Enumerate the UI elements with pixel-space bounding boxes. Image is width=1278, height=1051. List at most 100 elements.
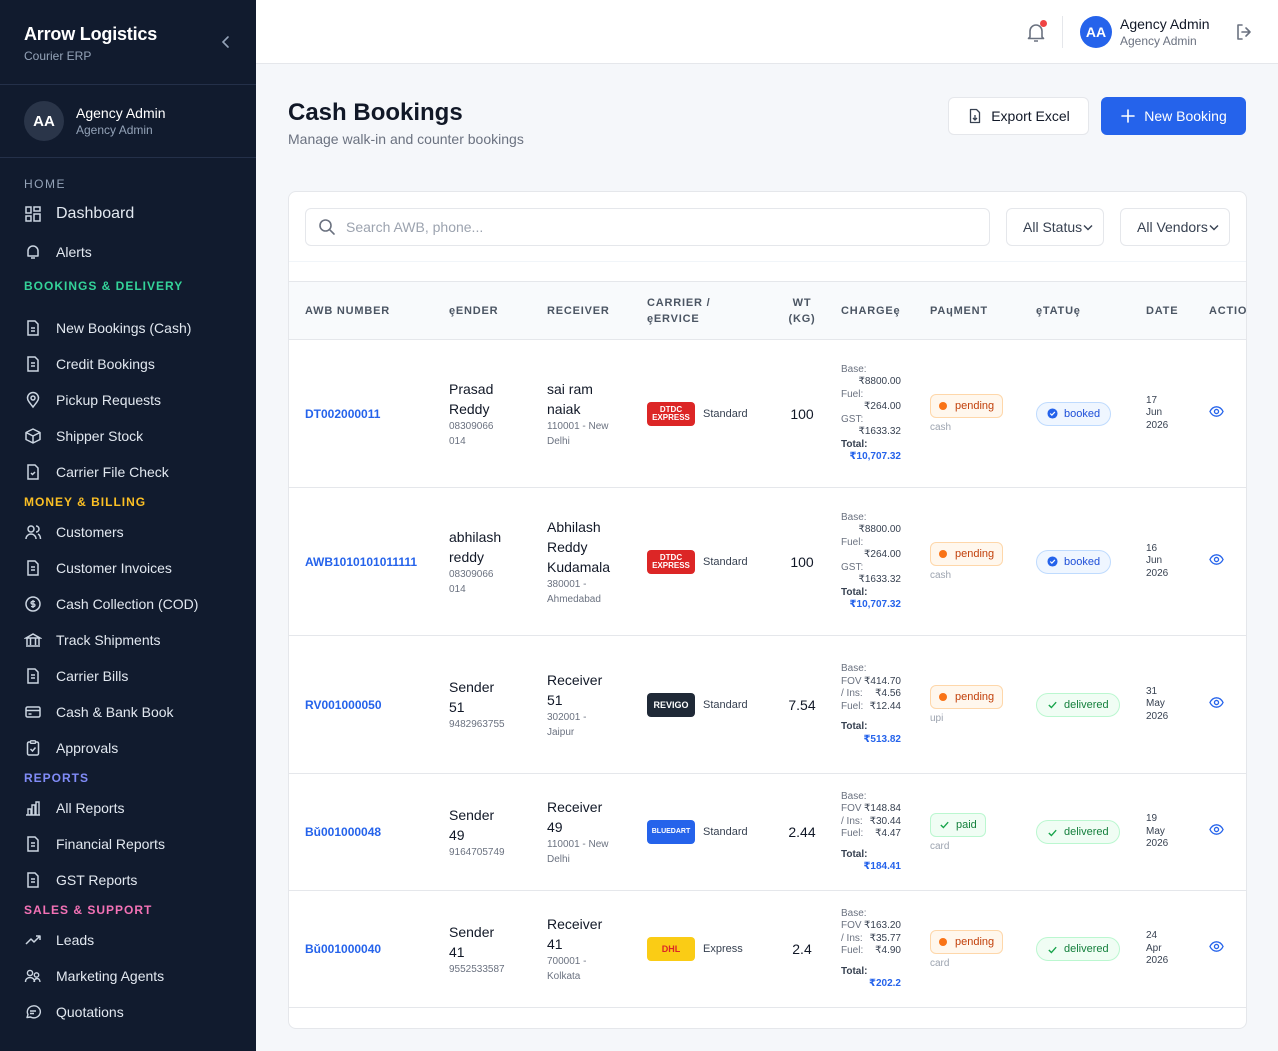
charge-line: / Ins: ₹35.77	[841, 933, 901, 946]
header-divider	[1062, 16, 1063, 48]
payment-mode: upi	[930, 713, 944, 724]
status-badge: delivered	[1036, 692, 1120, 717]
status-badge: delivered	[1036, 820, 1120, 844]
check-icon	[940, 821, 949, 829]
awb-link[interactable]: DT002000011	[305, 407, 380, 421]
trending-up-icon	[25, 935, 41, 945]
box-icon	[25, 428, 41, 444]
export-excel-button[interactable]: Export Excel	[948, 97, 1089, 135]
sender-name-line2: 51	[449, 699, 465, 715]
sidebar-item-label: Leads	[56, 932, 95, 948]
sidebar-item-cash-collection[interactable]: Cash Collection (COD)	[0, 586, 256, 622]
service-label: Standard	[703, 407, 748, 420]
sidebar-user-name: Agency Admin	[76, 105, 166, 121]
sender-phone-line1: 08309066	[449, 568, 494, 580]
sidebar-item-marketing-agents[interactable]: Marketing Agents	[0, 958, 256, 994]
sidebar-item-shipper-stock[interactable]: Shipper Stock	[0, 418, 256, 454]
view-eye-icon[interactable]	[1209, 939, 1224, 954]
charge-label: Base:	[841, 790, 867, 802]
sidebar-item-approvals[interactable]: Approvals	[0, 730, 256, 766]
sender-phone: 9482963755	[449, 719, 505, 730]
charge-label: Base:	[841, 663, 867, 674]
receiver-name-line1: sai ram	[547, 380, 593, 397]
sender-phone-line2: 014	[449, 435, 466, 447]
sidebar-item-alerts[interactable]: Alerts	[0, 234, 256, 270]
total-value: ₹10,707.32	[849, 451, 901, 462]
sidebar-item-leads[interactable]: Leads	[0, 922, 256, 958]
check-icon	[1048, 701, 1057, 709]
dashboard-icon	[25, 206, 41, 222]
sidebar-item-carrier-bills[interactable]: Carrier Bills	[0, 658, 256, 694]
sidebar-item-label: Shipper Stock	[56, 428, 144, 444]
sender-name-line1: abhilash	[449, 528, 502, 545]
payment-mode: cash	[930, 422, 952, 433]
sidebar-item-pickup-requests[interactable]: Pickup Requests	[0, 382, 256, 418]
receiver-address-line1: 700001 -	[547, 956, 587, 967]
col-weight[interactable]: WT (KG)	[771, 281, 833, 340]
charge-label: GST:	[841, 561, 864, 573]
date-day: 31	[1146, 685, 1158, 697]
document-icon	[27, 320, 39, 336]
view-eye-icon[interactable]	[1209, 552, 1224, 567]
message-icon	[26, 1005, 41, 1019]
awb-link[interactable]: RV001000050	[305, 698, 382, 712]
col-status[interactable]: ȩTATUȩ	[1028, 281, 1138, 340]
view-eye-icon[interactable]	[1209, 404, 1224, 419]
check-circle-icon	[1047, 556, 1058, 567]
export-excel-label: Export Excel	[991, 108, 1070, 124]
col-date[interactable]: DATE	[1138, 281, 1201, 340]
receiver-address-line1: 110001 - New	[547, 420, 609, 432]
col-receiver[interactable]: RECEIVER	[539, 281, 639, 340]
awb-link[interactable]: AWB1010101011111	[305, 555, 417, 569]
view-eye-icon[interactable]	[1209, 822, 1224, 837]
sidebar-item-gst-reports[interactable]: GST Reports	[0, 862, 256, 898]
booking-date: 16 Jun 2026	[1146, 543, 1193, 581]
vendor-filter-select[interactable]: All Vendors	[1120, 208, 1230, 246]
header-avatar[interactable]: AA	[1080, 16, 1112, 48]
sender-phone-line1: 08309066	[449, 420, 494, 432]
col-sender[interactable]: ȩENDER	[441, 281, 539, 340]
date-year: 2026	[1146, 955, 1169, 967]
sidebar-item-label: Carrier File Check	[56, 464, 169, 480]
brand-title: Arrow Logistics	[24, 24, 158, 44]
awb-link[interactable]: Bǔ001000040	[305, 942, 381, 956]
sender-name: Sender 51	[449, 677, 531, 717]
sidebar-item-credit-bookings[interactable]: Credit Bookings	[0, 346, 256, 382]
sidebar-item-track-shipments[interactable]: Track Shipments	[0, 622, 256, 658]
search-icon	[319, 219, 335, 235]
sidebar-item-label: Cash & Bank Book	[56, 704, 174, 720]
col-carrier[interactable]: CARRIER / ȩERVICE	[639, 281, 771, 340]
logout-icon[interactable]	[1234, 22, 1254, 42]
status-filter-select[interactable]: All Status	[1006, 208, 1104, 246]
search-input[interactable]	[346, 219, 966, 235]
sidebar-item-dashboard[interactable]: Dashboard	[0, 194, 256, 234]
sender-phone: 08309066 014	[449, 419, 531, 449]
sender-name: Prasad Reddy	[449, 379, 531, 419]
date-day: 19	[1146, 813, 1158, 825]
sidebar-item-cash-bank-book[interactable]: Cash & Bank Book	[0, 694, 256, 730]
nav-section-money: MONEY & BILLING	[24, 495, 147, 509]
receiver-name: Receiver 51	[547, 670, 631, 710]
page-subtitle: Manage walk-in and counter bookings	[288, 131, 524, 147]
charge-label: Fuel:	[841, 536, 864, 548]
sidebar-item-carrier-file-check[interactable]: Carrier File Check	[0, 454, 256, 490]
sidebar-item-all-reports[interactable]: All Reports	[0, 790, 256, 826]
search-box[interactable]	[305, 208, 990, 246]
charge-value: ₹264.00	[864, 401, 901, 412]
sidebar-item-customers[interactable]: Customers	[0, 514, 256, 550]
sidebar-item-customer-invoices[interactable]: Customer Invoices	[0, 550, 256, 586]
col-payment[interactable]: PAɥMENT	[922, 281, 1028, 340]
sidebar-item-new-bookings[interactable]: New Bookings (Cash)	[0, 310, 256, 346]
new-booking-button[interactable]: New Booking	[1101, 97, 1246, 135]
col-awb[interactable]: AWB NUMBER	[289, 281, 441, 340]
receiver-address-line1: 302001 -	[547, 711, 587, 723]
charge-line: FOV ₹414.70	[841, 676, 901, 689]
collapse-sidebar-icon[interactable]	[218, 34, 234, 50]
status-badge: booked	[1036, 549, 1112, 574]
col-charges[interactable]: CHARGEȩ	[833, 281, 922, 340]
view-eye-icon[interactable]	[1209, 695, 1224, 710]
charge-label: Fuel:	[841, 388, 864, 400]
sidebar-item-financial-reports[interactable]: Financial Reports	[0, 826, 256, 862]
awb-link[interactable]: Bǔ001000048	[305, 825, 381, 839]
sidebar-item-quotations[interactable]: Quotations	[0, 994, 256, 1030]
